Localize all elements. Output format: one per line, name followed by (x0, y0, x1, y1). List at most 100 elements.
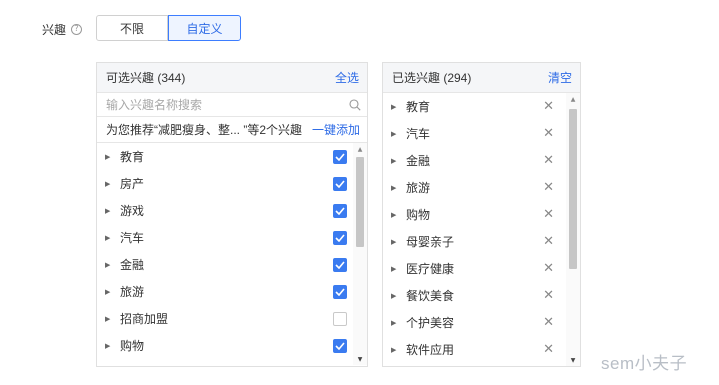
expand-arrow-icon[interactable]: ▶ (105, 153, 113, 161)
list-item[interactable]: ▶ 汽车 ✕ (383, 120, 580, 147)
expand-arrow-icon[interactable]: ▶ (391, 319, 399, 327)
expand-arrow-icon[interactable]: ▶ (391, 265, 399, 273)
interest-checkbox[interactable] (333, 257, 347, 272)
interest-label: 汽车 (406, 127, 431, 141)
interest-label: 汽车 (120, 231, 145, 245)
scroll-down-arrow-icon[interactable]: ▼ (353, 353, 367, 365)
interest-checkbox[interactable] (333, 338, 347, 353)
scroll-up-arrow-icon[interactable]: ▲ (566, 93, 580, 105)
interest-label: 购物 (406, 208, 431, 222)
interest-checkbox[interactable] (333, 176, 347, 191)
list-item[interactable]: ▶ 旅游 ✕ (383, 174, 580, 201)
recommendation-bar: 为您推荐“减肥瘦身、整... ”等2个兴趣 一键添加 (97, 117, 367, 143)
search-icon[interactable] (349, 98, 361, 111)
remove-icon[interactable]: ✕ (543, 315, 554, 330)
interest-search-input[interactable] (106, 97, 326, 112)
interest-label: 医疗健康 (406, 262, 455, 276)
list-item[interactable]: ▶ 购物 ✕ (383, 201, 580, 228)
selected-list-scrollbar[interactable]: ▲ ▼ (566, 93, 580, 366)
remove-icon[interactable]: ✕ (543, 126, 554, 141)
clear-all-link[interactable]: 清空 (548, 69, 572, 86)
expand-arrow-icon[interactable]: ▶ (391, 157, 399, 165)
list-item[interactable]: ▶ 教育 ✕ (383, 93, 580, 120)
list-item[interactable]: ▶ 金融 ✕ (383, 147, 580, 174)
scrollbar-thumb[interactable] (569, 109, 577, 269)
expand-arrow-icon[interactable]: ▶ (391, 130, 399, 138)
interest-label: 游戏 (120, 204, 145, 218)
list-item[interactable]: ▶ 房产 (97, 170, 367, 197)
list-item[interactable]: ▶ 教育 (97, 143, 367, 170)
option-custom-button[interactable]: 自定义 (168, 15, 241, 41)
expand-arrow-icon[interactable]: ▶ (105, 234, 113, 242)
interest-checkbox[interactable] (333, 149, 347, 164)
remove-icon[interactable]: ✕ (543, 261, 554, 276)
available-interest-list: ▶ 教育 ▶ 房产 ▶ 游戏 ▶ 汽车 ▶ 金融 ▶ 旅游 ▶ 招商加盟 ▶ 购… (97, 143, 367, 365)
scroll-down-arrow-icon[interactable]: ▼ (566, 354, 580, 366)
watermark: sem小夫子 (601, 354, 688, 373)
option-unlimited-button[interactable]: 不限 (96, 15, 168, 41)
interest-label: 招商加盟 (120, 312, 169, 326)
selected-panel-header: 已选兴趣 (294) 清空 (383, 63, 580, 93)
expand-arrow-icon[interactable]: ▶ (391, 292, 399, 300)
remove-icon[interactable]: ✕ (543, 180, 554, 195)
list-item[interactable]: ▶ 软件应用 ✕ (383, 336, 580, 363)
list-item[interactable]: ▶ 餐饮美食 ✕ (383, 282, 580, 309)
remove-icon[interactable]: ✕ (543, 207, 554, 222)
interest-search-box (97, 93, 367, 117)
remove-icon[interactable]: ✕ (543, 342, 554, 357)
list-item[interactable]: ▶ 母婴亲子 ✕ (383, 228, 580, 255)
available-interests-panel: 可选兴趣 (344) 全选 为您推荐“减肥瘦身、整... ”等2个兴趣 一键添加… (96, 62, 368, 367)
interest-label: 母婴亲子 (406, 235, 455, 249)
expand-arrow-icon[interactable]: ▶ (391, 238, 399, 246)
remove-icon[interactable]: ✕ (543, 99, 554, 114)
add-all-recommended-link[interactable]: 一键添加 (312, 121, 360, 138)
interest-label: 教育 (120, 150, 145, 164)
list-item[interactable]: ▶ 医疗健康 ✕ (383, 255, 580, 282)
list-item[interactable]: ▶ 购物 (97, 332, 367, 359)
expand-arrow-icon[interactable]: ▶ (105, 342, 113, 350)
expand-arrow-icon[interactable]: ▶ (391, 346, 399, 354)
selected-interests-panel: 已选兴趣 (294) 清空 ▶ 教育 ✕ ▶ 汽车 ✕ ▶ 金融 ✕ ▶ 旅游 … (382, 62, 581, 367)
list-item[interactable]: ▶ 游戏 (97, 197, 367, 224)
list-item[interactable]: ▶ 旅游 (97, 278, 367, 305)
interest-checkbox[interactable] (333, 230, 347, 245)
list-item[interactable]: ▶ 汽车 (97, 224, 367, 251)
expand-arrow-icon[interactable]: ▶ (391, 184, 399, 192)
available-panel-header: 可选兴趣 (344) 全选 (97, 63, 367, 93)
expand-arrow-icon[interactable]: ▶ (105, 261, 113, 269)
expand-arrow-icon[interactable]: ▶ (105, 207, 113, 215)
recommendation-text: 为您推荐“减肥瘦身、整... ”等2个兴趣 (106, 123, 303, 137)
interest-label: 旅游 (120, 285, 145, 299)
interest-label: 购物 (120, 339, 145, 353)
remove-icon[interactable]: ✕ (543, 234, 554, 249)
selected-interest-list: ▶ 教育 ✕ ▶ 汽车 ✕ ▶ 金融 ✕ ▶ 旅游 ✕ ▶ 购物 ✕ ▶ 母婴亲… (383, 93, 580, 366)
remove-icon[interactable]: ✕ (543, 288, 554, 303)
interest-label: 金融 (120, 258, 145, 272)
interest-label: 房产 (120, 177, 145, 191)
selected-panel-title: 已选兴趣 (294) (392, 71, 472, 85)
select-all-link[interactable]: 全选 (335, 69, 359, 86)
list-item[interactable]: ▶ 金融 (97, 251, 367, 278)
list-item[interactable]: ▶ 招商加盟 (97, 305, 367, 332)
expand-arrow-icon[interactable]: ▶ (391, 211, 399, 219)
interest-label: 软件应用 (406, 343, 455, 357)
interest-label: 餐饮美食 (406, 289, 455, 303)
interest-checkbox[interactable] (333, 284, 347, 299)
interest-checkbox[interactable] (333, 311, 347, 326)
interest-label: 个护美容 (406, 316, 455, 330)
help-icon[interactable]: ? (71, 23, 83, 35)
expand-arrow-icon[interactable]: ▶ (105, 180, 113, 188)
interest-label: 旅游 (406, 181, 431, 195)
expand-arrow-icon[interactable]: ▶ (105, 288, 113, 296)
interest-label: 金融 (406, 154, 431, 168)
list-item[interactable]: ▶ 个护美容 ✕ (383, 309, 580, 336)
available-list-scrollbar[interactable]: ▲ ▼ (353, 143, 367, 365)
interest-checkbox[interactable] (333, 203, 347, 218)
scrollbar-thumb[interactable] (356, 157, 364, 247)
remove-icon[interactable]: ✕ (543, 153, 554, 168)
expand-arrow-icon[interactable]: ▶ (105, 315, 113, 323)
available-panel-title: 可选兴趣 (344) (106, 71, 186, 85)
scroll-up-arrow-icon[interactable]: ▲ (353, 143, 367, 155)
expand-arrow-icon[interactable]: ▶ (391, 103, 399, 111)
interest-mode-toggle: 不限 自定义 (96, 15, 241, 41)
